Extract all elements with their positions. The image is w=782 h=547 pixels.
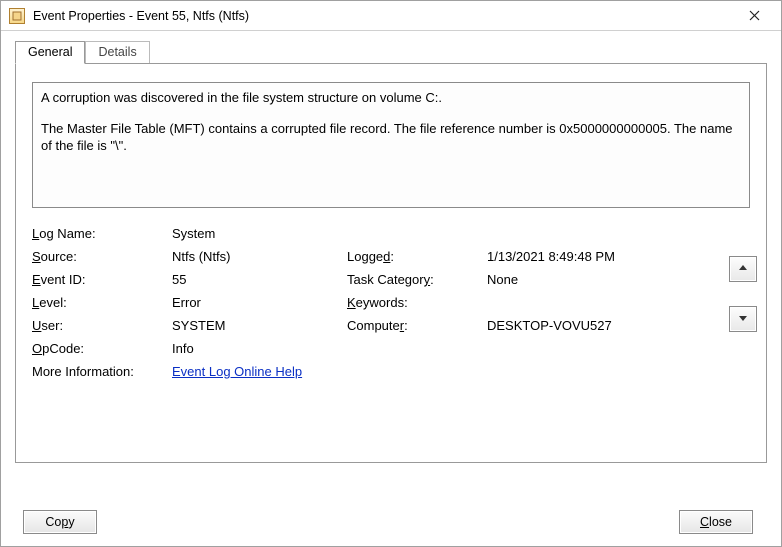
arrow-down-icon (738, 312, 748, 326)
next-event-button[interactable] (729, 306, 757, 332)
window-frame: Event Properties - Event 55, Ntfs (Ntfs)… (0, 0, 782, 547)
titlebar: Event Properties - Event 55, Ntfs (Ntfs) (1, 1, 781, 31)
label-logged: Logged: (347, 249, 487, 264)
label-opcode: OpCode: (32, 341, 172, 356)
value-keywords (487, 295, 687, 310)
label-source: Source: (32, 249, 172, 264)
value-user: SYSTEM (172, 318, 347, 333)
arrow-up-icon (738, 262, 748, 276)
label-task-category: Task Category: (347, 272, 487, 287)
tabstrip: General Details (15, 41, 767, 64)
blank-line (41, 107, 741, 120)
label-event-id: Event ID: (32, 272, 172, 287)
client-area: General Details A corruption was discove… (1, 31, 781, 498)
value-task-category: None (487, 272, 687, 287)
value-opcode: Info (172, 341, 687, 356)
value-source: Ntfs (Ntfs) (172, 249, 347, 264)
value-event-id: 55 (172, 272, 347, 287)
label-log-name: Log Name: (32, 226, 172, 241)
description-line: A corruption was discovered in the file … (41, 89, 741, 107)
value-log-name: System (172, 226, 687, 241)
label-computer: Computer: (347, 318, 487, 333)
value-level: Error (172, 295, 347, 310)
link-online-help[interactable]: Event Log Online Help (172, 364, 302, 379)
prev-event-button[interactable] (729, 256, 757, 282)
value-logged: 1/13/2021 8:49:48 PM (487, 249, 687, 264)
label-more-info: More Information: (32, 364, 172, 379)
tab-details[interactable]: Details (85, 41, 149, 64)
fields-grid: Log Name: System Source: Ntfs (Ntfs) Log… (32, 226, 750, 379)
tab-panel-general: A corruption was discovered in the file … (15, 63, 767, 463)
app-icon (9, 8, 25, 24)
window-title: Event Properties - Event 55, Ntfs (Ntfs) (33, 9, 735, 23)
close-icon[interactable] (735, 3, 773, 29)
bottom-bar: Copy Close (1, 498, 781, 546)
description-textbox[interactable]: A corruption was discovered in the file … (32, 82, 750, 208)
label-keywords: Keywords: (347, 295, 487, 310)
description-line: The Master File Table (MFT) contains a c… (41, 120, 741, 155)
tab-general[interactable]: General (15, 41, 85, 64)
copy-button[interactable]: Copy (23, 510, 97, 534)
value-computer: DESKTOP-VOVU527 (487, 318, 687, 333)
nav-buttons (729, 256, 757, 332)
label-user: User: (32, 318, 172, 333)
label-level: Level: (32, 295, 172, 310)
close-button[interactable]: Close (679, 510, 753, 534)
